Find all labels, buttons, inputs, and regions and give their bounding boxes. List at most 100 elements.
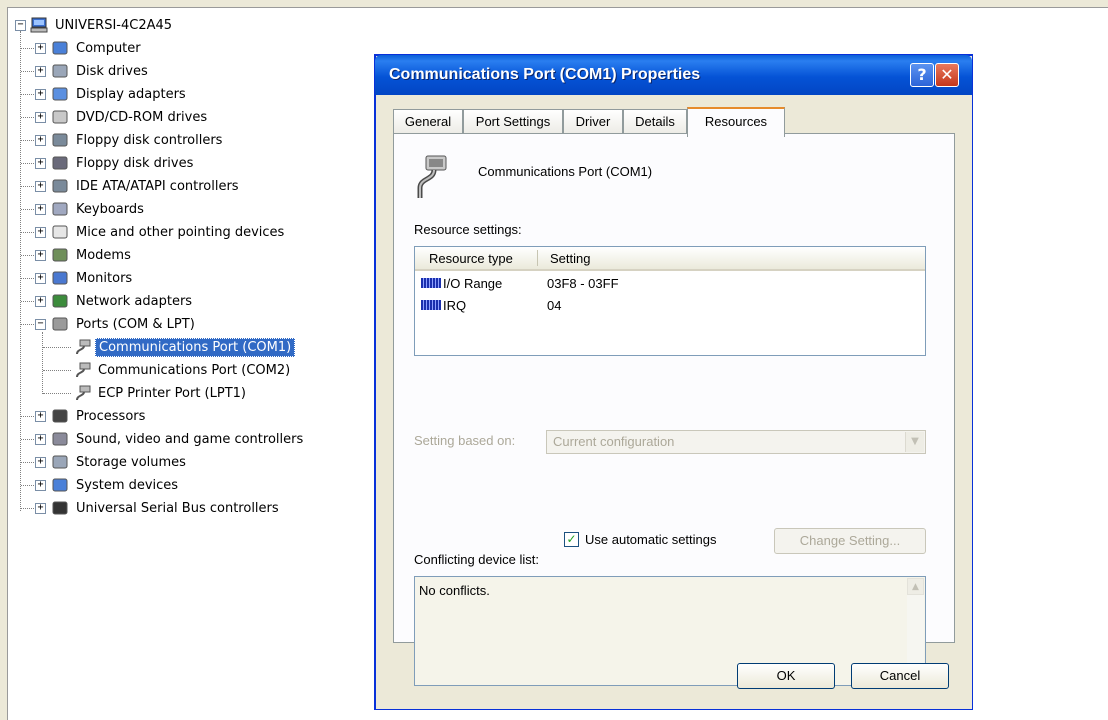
expand-toggle[interactable]: + bbox=[35, 480, 46, 491]
tab-details[interactable]: Details bbox=[623, 109, 687, 134]
close-button[interactable]: ✕ bbox=[935, 63, 959, 87]
setting-based-on-select[interactable]: Current configuration ▼ bbox=[546, 430, 926, 454]
header-setting[interactable]: Setting bbox=[550, 251, 590, 266]
change-setting-button[interactable]: Change Setting... bbox=[774, 528, 926, 554]
tree-category-item[interactable]: Disk drives bbox=[51, 60, 151, 82]
tree-category-item[interactable]: Floppy disk controllers bbox=[51, 129, 225, 151]
keyboard-icon bbox=[51, 201, 69, 217]
expand-toggle[interactable]: + bbox=[35, 250, 46, 261]
tree-connector bbox=[21, 324, 34, 325]
resource-list-header: Resource type Setting bbox=[415, 247, 925, 271]
tree-category-item[interactable]: Computer bbox=[51, 37, 144, 59]
expand-toggle[interactable]: + bbox=[35, 43, 46, 54]
tree-connector bbox=[21, 71, 34, 72]
tab-resources[interactable]: Resources bbox=[687, 107, 785, 137]
expand-toggle[interactable]: + bbox=[35, 89, 46, 100]
tree-category-item[interactable]: Display adapters bbox=[51, 83, 189, 105]
tree-category-item[interactable]: Sound, video and game controllers bbox=[51, 428, 306, 450]
tree-item-label: Floppy disk drives bbox=[76, 155, 194, 171]
tree-category-item[interactable]: Monitors bbox=[51, 267, 135, 289]
resource-setting-cell: 03F8 - 03FF bbox=[547, 275, 619, 291]
tree-root[interactable]: UNIVERSI-4C2A45 bbox=[30, 14, 175, 36]
tree-connector bbox=[21, 232, 34, 233]
tree-connector bbox=[21, 462, 34, 463]
tree-item-label: Computer bbox=[76, 40, 141, 56]
checkmark-icon: ✓ bbox=[564, 532, 579, 547]
help-button[interactable]: ? bbox=[910, 63, 934, 87]
tree-category-item[interactable]: Ports (COM & LPT) bbox=[51, 313, 198, 335]
tab-general[interactable]: General bbox=[393, 109, 463, 134]
tree-category-item[interactable]: Mice and other pointing devices bbox=[51, 221, 287, 243]
expand-toggle[interactable]: − bbox=[35, 319, 46, 330]
tree-connector bbox=[21, 140, 34, 141]
resource-setting-cell: 04 bbox=[547, 297, 562, 313]
tree-connector bbox=[21, 485, 34, 486]
conflict-list[interactable]: No conflicts. ▲ ▼ bbox=[414, 576, 926, 686]
monitor-icon bbox=[51, 270, 69, 286]
header-resource-type[interactable]: Resource type bbox=[429, 251, 513, 266]
tree-category-item[interactable]: System devices bbox=[51, 474, 181, 496]
tree-item-label: Sound, video and game controllers bbox=[76, 431, 304, 447]
expand-toggle[interactable]: + bbox=[35, 457, 46, 468]
tree-port-item[interactable]: Communications Port (COM2) bbox=[73, 359, 293, 381]
expand-toggle[interactable]: + bbox=[35, 66, 46, 77]
tree-item-label: Floppy disk controllers bbox=[76, 132, 223, 148]
expand-toggle[interactable]: + bbox=[35, 503, 46, 514]
tree-category-item[interactable]: IDE ATA/ATAPI controllers bbox=[51, 175, 242, 197]
tree-guide bbox=[42, 332, 43, 394]
expand-toggle[interactable]: + bbox=[35, 296, 46, 307]
tree-category-item[interactable]: Universal Serial Bus controllers bbox=[51, 497, 282, 519]
tree-category-item[interactable]: Modems bbox=[51, 244, 134, 266]
expand-toggle[interactable]: + bbox=[35, 227, 46, 238]
tab-driver[interactable]: Driver bbox=[563, 109, 623, 134]
ok-button[interactable]: OK bbox=[737, 663, 835, 689]
usb-icon bbox=[51, 500, 69, 516]
tree-connector bbox=[21, 301, 34, 302]
expand-toggle[interactable]: + bbox=[35, 204, 46, 215]
tree-connector bbox=[21, 508, 34, 509]
tree-connector bbox=[21, 255, 34, 256]
tree-item-label: Universal Serial Bus controllers bbox=[76, 500, 279, 516]
use-automatic-settings-checkbox[interactable]: ✓ Use automatic settings bbox=[564, 532, 717, 547]
expand-toggle[interactable]: + bbox=[35, 411, 46, 422]
expand-toggle[interactable]: + bbox=[35, 112, 46, 123]
tree-item-label: System devices bbox=[76, 477, 179, 493]
expand-toggle[interactable]: + bbox=[35, 434, 46, 445]
tree-category-item[interactable]: Network adapters bbox=[51, 290, 195, 312]
computer-icon bbox=[51, 40, 69, 56]
tree-category-item[interactable]: Keyboards bbox=[51, 198, 147, 220]
title-bar[interactable]: Communications Port (COM1) Properties ? … bbox=[375, 55, 972, 95]
tree-item-label: Display adapters bbox=[76, 86, 186, 102]
port-icon bbox=[51, 316, 69, 332]
tree-category-item[interactable]: DVD/CD-ROM drives bbox=[51, 106, 210, 128]
tree-item-label: Mice and other pointing devices bbox=[76, 224, 285, 240]
modem-icon bbox=[51, 247, 69, 263]
resource-list[interactable]: Resource type Setting I/O Range 03F8 - 0… bbox=[414, 246, 926, 356]
tree-connector bbox=[21, 117, 34, 118]
expand-toggle[interactable]: + bbox=[35, 181, 46, 192]
tree-category-item[interactable]: Floppy disk drives bbox=[51, 152, 196, 174]
table-row[interactable]: IRQ 04 bbox=[421, 295, 921, 315]
table-row[interactable]: I/O Range 03F8 - 03FF bbox=[421, 273, 921, 293]
display-adapter-icon bbox=[51, 86, 69, 102]
conflict-text: No conflicts. bbox=[419, 583, 490, 598]
tab-port-settings[interactable]: Port Settings bbox=[463, 109, 563, 134]
tree-port-item[interactable]: ECP Printer Port (LPT1) bbox=[73, 382, 249, 404]
tree-port-item[interactable]: Communications Port (COM1) bbox=[73, 336, 296, 358]
tree-item-label: Disk drives bbox=[76, 63, 148, 79]
expand-toggle[interactable]: + bbox=[35, 273, 46, 284]
expand-toggle[interactable]: + bbox=[35, 135, 46, 146]
processor-icon bbox=[51, 408, 69, 424]
tree-item-label: Storage volumes bbox=[76, 454, 186, 470]
device-tree: − UNIVERSI-4C2A45 + Computer + Disk drives +… bbox=[15, 14, 375, 574]
tree-category-item[interactable]: Processors bbox=[51, 405, 148, 427]
tree-category-item[interactable]: Storage volumes bbox=[51, 451, 189, 473]
header-separator bbox=[537, 250, 538, 266]
cancel-button[interactable]: Cancel bbox=[851, 663, 949, 689]
expand-toggle[interactable]: + bbox=[35, 158, 46, 169]
tree-item-label: DVD/CD-ROM drives bbox=[76, 109, 208, 125]
tree-connector bbox=[43, 370, 71, 371]
chevron-down-icon: ▼ bbox=[905, 432, 924, 452]
scroll-up-icon[interactable]: ▲ bbox=[907, 578, 924, 595]
collapse-root-toggle[interactable]: − bbox=[15, 20, 26, 31]
